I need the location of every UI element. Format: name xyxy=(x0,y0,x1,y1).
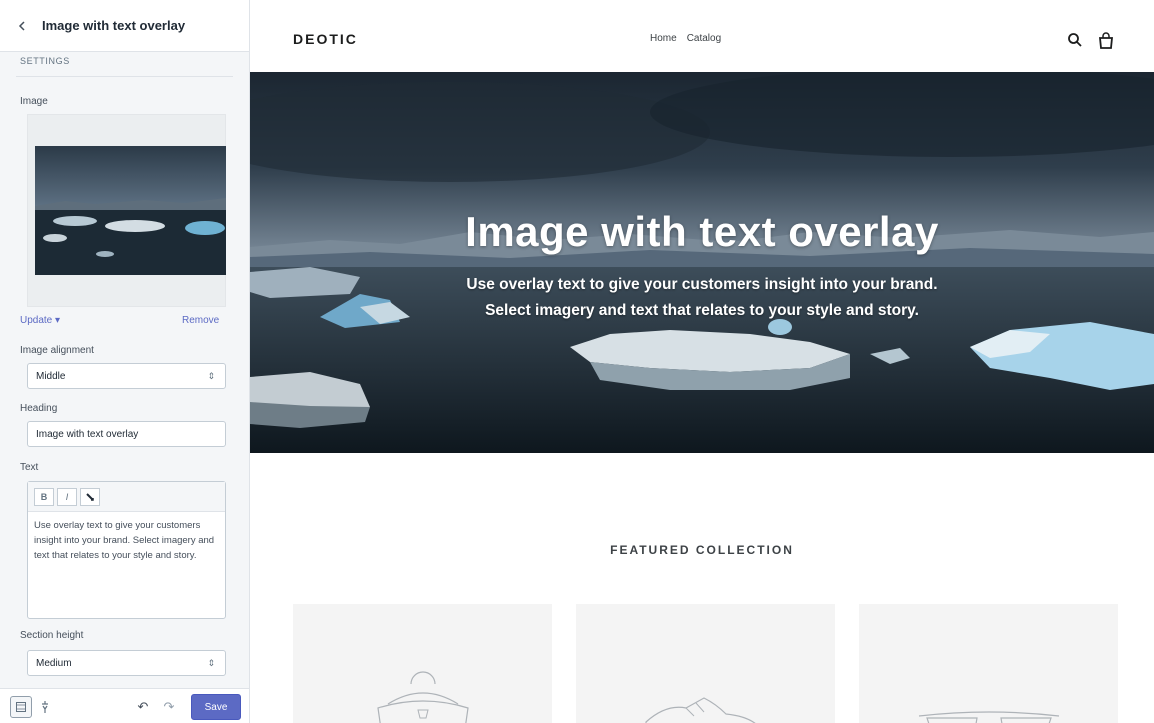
sidebar-footer: ↶ ↷ Save xyxy=(0,688,249,723)
store-logo[interactable]: DEOTIC xyxy=(293,31,358,47)
store-nav: Home Catalog xyxy=(650,33,721,44)
nav-catalog-link[interactable]: Catalog xyxy=(687,33,721,44)
rich-text-toolbar: B I xyxy=(28,482,225,512)
sunglasses-illustration-icon xyxy=(918,711,1060,723)
heading-input-value: Image with text overlay xyxy=(36,428,139,440)
product-card[interactable] xyxy=(859,604,1118,723)
cart-button[interactable] xyxy=(1096,30,1116,50)
section-height-label: Section height xyxy=(20,630,84,641)
hero-subtext: Use overlay text to give your customers … xyxy=(250,272,1154,324)
image-thumbnail xyxy=(35,146,226,275)
select-arrows-icon: ⇕ xyxy=(207,371,215,381)
image-label: Image xyxy=(20,96,48,107)
featured-collection-title: FEATURED COLLECTION xyxy=(610,543,794,557)
bold-button[interactable]: B xyxy=(34,487,54,506)
italic-button[interactable]: I xyxy=(57,487,77,506)
heading-label: Heading xyxy=(20,403,58,414)
heading-input[interactable]: Image with text overlay xyxy=(27,421,226,447)
text-rich-editor: B I Use overlay text to give your custom… xyxy=(27,481,226,619)
back-button[interactable] xyxy=(8,12,36,40)
divider xyxy=(16,76,233,77)
shoe-illustration-icon xyxy=(645,697,756,723)
section-height-value: Medium xyxy=(36,657,72,669)
desktop-view-button[interactable] xyxy=(10,696,32,718)
product-card[interactable] xyxy=(293,604,552,723)
mobile-view-button[interactable] xyxy=(34,696,56,718)
redo-button[interactable]: ↷ xyxy=(160,698,178,716)
image-alignment-label: Image alignment xyxy=(20,345,94,356)
undo-icon: ↶ xyxy=(137,699,149,714)
nav-home-link[interactable]: Home xyxy=(650,33,677,44)
store-preview: DEOTIC Home Catalog Image with text over… xyxy=(250,0,1154,723)
sidebar-title: Image with text overlay xyxy=(42,18,186,33)
settings-section-label: SETTINGS xyxy=(20,56,70,66)
section-height-select[interactable]: Medium ⇕ xyxy=(27,650,226,676)
link-button[interactable] xyxy=(80,487,100,506)
hero-heading: Image with text overlay xyxy=(465,208,939,255)
image-alignment-select[interactable]: Middle ⇕ xyxy=(27,363,226,389)
store-header: DEOTIC Home Catalog xyxy=(250,0,1154,72)
text-editor-content[interactable]: Use overlay text to give your customers … xyxy=(28,512,225,569)
update-image-link[interactable]: Update ▾ xyxy=(20,315,60,326)
bag-illustration-icon xyxy=(377,671,469,723)
image-picker[interactable] xyxy=(27,114,226,307)
theme-editor-sidebar: Image with text overlay SETTINGS Image U… xyxy=(0,0,250,723)
remove-image-link[interactable]: Remove xyxy=(182,315,219,326)
text-label: Text xyxy=(20,462,39,473)
search-button[interactable] xyxy=(1065,30,1085,50)
sidebar-header: Image with text overlay xyxy=(0,0,249,52)
hero-subtext-line-2: Select imagery and text that relates to … xyxy=(485,302,919,319)
image-alignment-value: Middle xyxy=(36,370,66,382)
save-button[interactable]: Save xyxy=(191,694,241,720)
undo-button[interactable]: ↶ xyxy=(134,698,152,716)
select-arrows-icon: ⇕ xyxy=(207,658,215,668)
chevron-left-icon xyxy=(18,20,25,31)
product-card[interactable] xyxy=(576,604,835,723)
hero-text-block: Image with text overlay Use overlay text… xyxy=(250,72,1154,453)
link-icon xyxy=(86,492,94,501)
redo-icon: ↷ xyxy=(163,699,175,714)
hero-image-overlay: Image with text overlay Use overlay text… xyxy=(250,72,1154,453)
shopping-bag-icon xyxy=(1099,31,1113,49)
hero-subtext-line-1: Use overlay text to give your customers … xyxy=(466,276,938,293)
mobile-view-icon xyxy=(42,701,48,713)
search-icon xyxy=(1068,33,1082,47)
desktop-view-icon xyxy=(16,702,26,712)
